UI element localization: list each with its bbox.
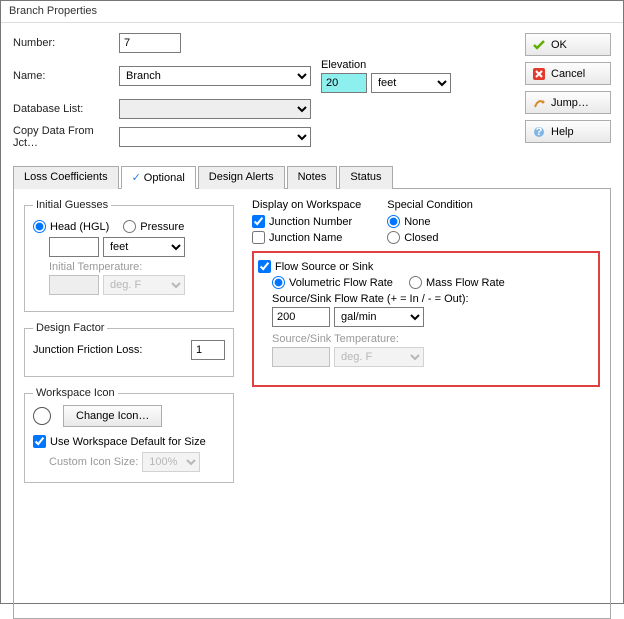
head-radio[interactable]: [33, 220, 46, 233]
head-label: Head (HGL): [50, 221, 109, 233]
elevation-field[interactable]: [321, 73, 367, 93]
volumetric-label: Volumetric Flow Rate: [289, 277, 393, 289]
cancel-button[interactable]: Cancel: [525, 62, 611, 85]
titlebar: Branch Properties: [1, 1, 623, 23]
tab-panel-optional: Initial Guesses Head (HGL) Pressure feet: [13, 189, 611, 619]
junction-number-checkbox[interactable]: [252, 215, 265, 228]
tab-notes[interactable]: Notes: [287, 166, 338, 189]
copyjct-label: Copy Data From Jct…: [13, 125, 119, 149]
copyjct-select[interactable]: [119, 127, 311, 147]
dblist-label: Database List:: [13, 103, 119, 115]
special-none-label: None: [404, 216, 430, 228]
custom-icon-size-select: 100%: [142, 452, 200, 472]
init-temp-label: Initial Temperature:: [49, 261, 225, 273]
tab-design-alerts[interactable]: Design Alerts: [198, 166, 285, 189]
use-default-size-checkbox[interactable]: [33, 435, 46, 448]
help-button[interactable]: ? Help: [525, 120, 611, 143]
flow-rate-label: Source/Sink Flow Rate (+ = In / - = Out)…: [272, 293, 594, 305]
init-temp-field: [49, 275, 99, 295]
volumetric-radio[interactable]: [272, 276, 285, 289]
ok-button[interactable]: OK: [525, 33, 611, 56]
jump-label: Jump…: [551, 97, 589, 109]
friction-label: Junction Friction Loss:: [33, 344, 191, 356]
flow-rate-unit-select[interactable]: gal/min: [334, 307, 424, 327]
dblist-select[interactable]: [119, 99, 311, 119]
flow-enable-checkbox[interactable]: [258, 260, 271, 273]
name-select[interactable]: Branch: [119, 66, 311, 86]
custom-icon-size-label: Custom Icon Size:: [49, 456, 138, 468]
special-none-radio[interactable]: [387, 215, 400, 228]
check-icon: [532, 38, 546, 52]
flow-temp-unit-select: deg. F: [334, 347, 424, 367]
junction-name-label: Junction Name: [269, 232, 342, 244]
help-icon: ?: [532, 125, 546, 139]
massflow-label: Mass Flow Rate: [426, 277, 505, 289]
special-condition-title: Special Condition: [387, 199, 473, 211]
initial-guesses-legend: Initial Guesses: [33, 199, 111, 211]
guess-value-field[interactable]: [49, 237, 99, 257]
name-label: Name:: [13, 70, 119, 82]
workspace-icon-group: Workspace Icon Change Icon… Use Workspac…: [24, 387, 234, 483]
jump-icon: [532, 96, 546, 110]
checkmark-icon: ✓: [132, 172, 141, 184]
massflow-radio[interactable]: [409, 276, 422, 289]
pressure-radio[interactable]: [123, 220, 136, 233]
workspace-icon-legend: Workspace Icon: [33, 387, 118, 399]
help-label: Help: [551, 126, 574, 138]
guess-unit-select[interactable]: feet: [103, 237, 185, 257]
pressure-label: Pressure: [140, 221, 184, 233]
number-label: Number:: [13, 37, 119, 49]
tab-loss-coefficients[interactable]: Loss Coefficients: [13, 166, 119, 189]
init-temp-unit-select: deg. F: [103, 275, 185, 295]
junction-icon: [33, 407, 51, 425]
junction-name-checkbox[interactable]: [252, 231, 265, 244]
ok-label: OK: [551, 39, 567, 51]
initial-guesses-group: Initial Guesses Head (HGL) Pressure feet: [24, 199, 234, 312]
x-icon: [532, 67, 546, 81]
flow-temp-label: Source/Sink Temperature:: [272, 333, 594, 345]
special-closed-radio[interactable]: [387, 231, 400, 244]
elevation-label: Elevation: [321, 59, 451, 71]
svg-text:?: ?: [536, 126, 543, 138]
change-icon-button[interactable]: Change Icon…: [63, 405, 162, 427]
display-ws-title: Display on Workspace: [252, 199, 361, 211]
use-default-size-label: Use Workspace Default for Size: [50, 436, 206, 448]
tab-status[interactable]: Status: [339, 166, 392, 189]
number-field[interactable]: [119, 33, 181, 53]
flow-enable-label: Flow Source or Sink: [275, 261, 373, 273]
tab-strip: Loss Coefficients ✓Optional Design Alert…: [13, 165, 611, 189]
flow-rate-field[interactable]: [272, 307, 330, 327]
jump-button[interactable]: Jump…: [525, 91, 611, 114]
cancel-label: Cancel: [551, 68, 585, 80]
junction-number-label: Junction Number: [269, 216, 352, 228]
friction-field[interactable]: [191, 340, 225, 360]
design-factor-legend: Design Factor: [33, 322, 107, 334]
elevation-unit-select[interactable]: feet: [371, 73, 451, 93]
dialog-window: Branch Properties Number: Name: Branch E…: [0, 0, 624, 604]
window-title: Branch Properties: [9, 5, 97, 17]
design-factor-group: Design Factor Junction Friction Loss:: [24, 322, 234, 377]
special-closed-label: Closed: [404, 232, 438, 244]
flow-source-sink-highlight: Flow Source or Sink Volumetric Flow Rate…: [252, 251, 600, 387]
tab-optional[interactable]: ✓Optional: [121, 166, 196, 189]
dialog-content: Number: Name: Branch Elevation feet: [1, 23, 623, 603]
flow-temp-field: [272, 347, 330, 367]
